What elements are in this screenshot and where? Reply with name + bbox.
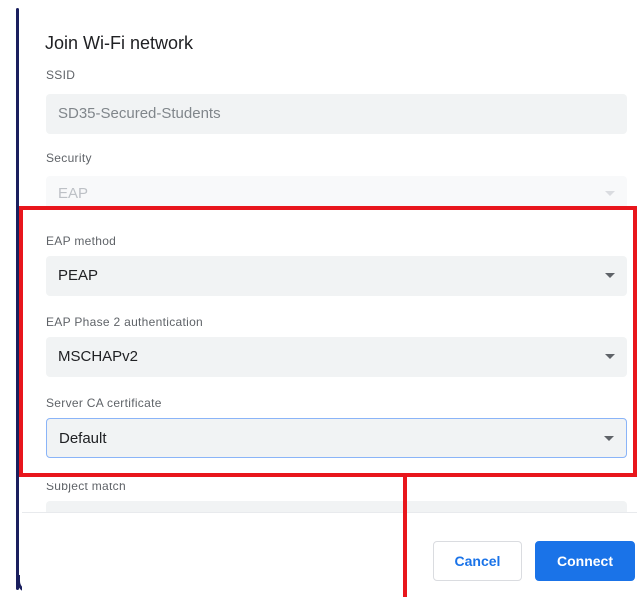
chevron-down-icon — [605, 354, 615, 359]
footer-divider — [22, 512, 637, 513]
subject-match-field[interactable] — [46, 501, 627, 512]
cancel-button[interactable]: Cancel — [433, 541, 522, 581]
ssid-field[interactable]: SD35-Secured-Students — [46, 94, 627, 134]
phase2-label: EAP Phase 2 authentication — [46, 315, 204, 329]
phase2-value: MSCHAPv2 — [58, 348, 139, 365]
security-value: EAP — [58, 185, 89, 202]
server-ca-value: Default — [59, 430, 107, 447]
annotation-connector-line — [403, 477, 407, 597]
window-edge-stroke — [16, 8, 19, 590]
security-label: Security — [46, 151, 92, 165]
chevron-down-icon — [605, 191, 615, 196]
eap-method-select[interactable]: PEAP — [46, 256, 627, 296]
ssid-value: SD35-Secured-Students — [58, 105, 221, 122]
dialog-title: Join Wi-Fi network — [45, 33, 194, 53]
subject-match-label: Subject match — [46, 483, 126, 493]
window-edge — [0, 0, 31, 597]
eap-method-label: EAP method — [46, 234, 117, 248]
chevron-down-icon — [605, 273, 615, 278]
eap-method-value: PEAP — [58, 267, 99, 284]
security-select: EAP — [46, 176, 627, 210]
connect-button[interactable]: Connect — [535, 541, 635, 581]
subject-match-partial: Subject match — [22, 483, 637, 512]
phase2-select[interactable]: MSCHAPv2 — [46, 337, 627, 377]
ssid-label: SSID — [46, 68, 76, 82]
server-ca-label: Server CA certificate — [46, 396, 162, 410]
chevron-down-icon — [604, 436, 614, 441]
server-ca-select[interactable]: Default — [46, 418, 627, 458]
